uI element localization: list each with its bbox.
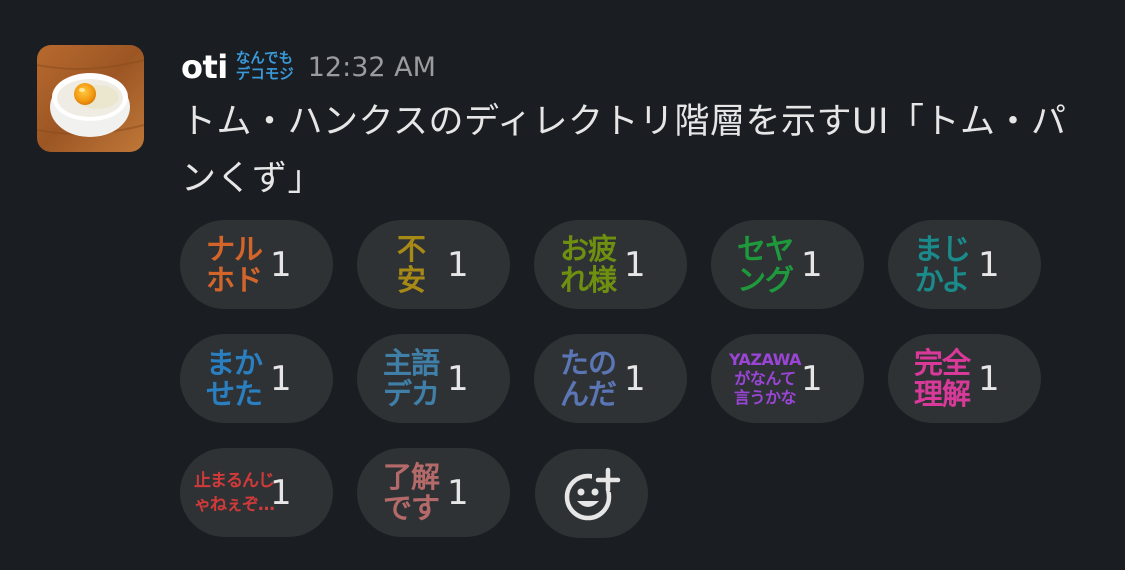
reaction-emoji-line: 理解 [913,376,971,411]
status-emoji-line: デコモジ [235,67,294,83]
reaction-pill[interactable]: まじ かよ 1 [888,220,1041,309]
reaction-emoji-line: セヤ [736,231,794,266]
reaction-emoji-line: がなんて [734,369,796,388]
reaction-pill[interactable]: まか せた 1 [180,334,333,423]
avatar[interactable] [37,45,144,152]
reaction-count: 1 [447,358,469,399]
reaction-emoji-line: お疲 [559,231,617,266]
reaction-emoji-line: です [382,490,440,525]
message-content: oti なんでも デコモジ 12:32 AM トム・ハンクスのディレクトリ階層を… [181,38,1111,208]
reaction-emoji: ナル ホド [202,233,266,297]
reaction-emoji-line: 言うかな [733,388,797,407]
reaction-emoji-line: かよ [914,262,971,297]
reaction-emoji-line: デカ [382,376,440,411]
reaction-emoji-line: YAZAWA [729,350,802,369]
reaction-count: 1 [801,244,823,285]
reaction-emoji-line: せた [205,376,263,411]
reaction-emoji-line: ング [736,262,794,297]
reaction-emoji-line: 主語 [382,345,440,380]
reaction-count: 1 [447,472,469,513]
message: oti なんでも デコモジ 12:32 AM トム・ハンクスのディレクトリ階層を… [0,0,1125,570]
reaction-count: 1 [801,358,823,399]
reaction-count: 1 [447,244,469,285]
reaction-pill[interactable]: セヤ ング 1 [711,220,864,309]
status-emoji-line: なんでも [235,51,294,67]
reaction-pill[interactable]: たの んだ 1 [534,334,687,423]
reaction-emoji: お疲 れ様 [556,233,620,297]
reaction-emoji: 主語 デカ [379,347,443,411]
reaction-emoji: セヤ ング [733,233,797,297]
reaction-emoji: たの んだ [556,347,620,411]
reaction-count: 1 [270,358,292,399]
reaction-emoji-line: れ様 [559,262,617,297]
reaction-emoji-line: ナル [205,231,263,266]
add-reaction-icon [564,467,620,520]
reaction-emoji: まか せた [202,347,266,411]
reaction-count: 1 [270,244,292,285]
reaction-emoji-line: 了解 [382,459,440,494]
reaction-pill[interactable]: 主語 デカ 1 [357,334,510,423]
reaction-emoji-line: 不 [396,231,426,266]
reaction-pill[interactable]: YAZAWA がなんて 言うかな 1 [711,334,864,423]
reaction-pill[interactable]: 了解 です 1 [357,448,510,537]
reaction-pill[interactable]: ナル ホド 1 [180,220,333,309]
reaction-emoji-line: んだ [559,376,617,411]
reaction-emoji-line: たの [559,345,617,380]
reaction-emoji-line: 止まるんじ [194,470,275,491]
reaction-count: 1 [624,358,646,399]
timestamp[interactable]: 12:32 AM [308,52,436,83]
reaction-emoji-line: ゃねぇぞ… [194,494,275,515]
reaction-emoji: 完全 理解 [910,347,974,411]
reaction-count: 1 [978,358,1000,399]
add-reaction-button[interactable] [535,449,648,538]
reaction-pill[interactable]: 完全 理解 1 [888,334,1041,423]
reaction-count: 1 [978,244,1000,285]
reaction-emoji-line: ホド [205,262,263,297]
reaction-count: 1 [624,244,646,285]
username[interactable]: oti [181,48,228,86]
reaction-count: 1 [270,472,292,513]
reaction-pill[interactable]: 止まるんじ ゃねぇぞ… 1 [180,448,333,537]
reaction-emoji: 不 安 [379,233,443,297]
message-header: oti なんでも デコモジ 12:32 AM [181,38,1111,96]
reaction-emoji: 了解 です [379,461,443,525]
reaction-emoji-line: 完全 [913,345,971,380]
reaction-emoji: YAZAWA がなんて 言うかな [729,347,802,411]
reaction-emoji-line: 安 [396,262,426,297]
avatar-image [37,45,144,152]
reaction-pill[interactable]: お疲 れ様 1 [534,220,687,309]
reaction-emoji: 止まるんじ ゃねぇぞ… [194,461,275,525]
reaction-emoji-line: まか [205,345,263,380]
reaction-pill[interactable]: 不 安 1 [357,220,510,309]
reaction-emoji: まじ かよ [910,233,974,297]
message-text: トム・ハンクスのディレクトリ階層を示すUI「トム・パンくず」 [181,102,1067,199]
status-emoji[interactable]: なんでも デコモジ [236,51,294,83]
reaction-emoji-line: まじ [913,231,971,266]
